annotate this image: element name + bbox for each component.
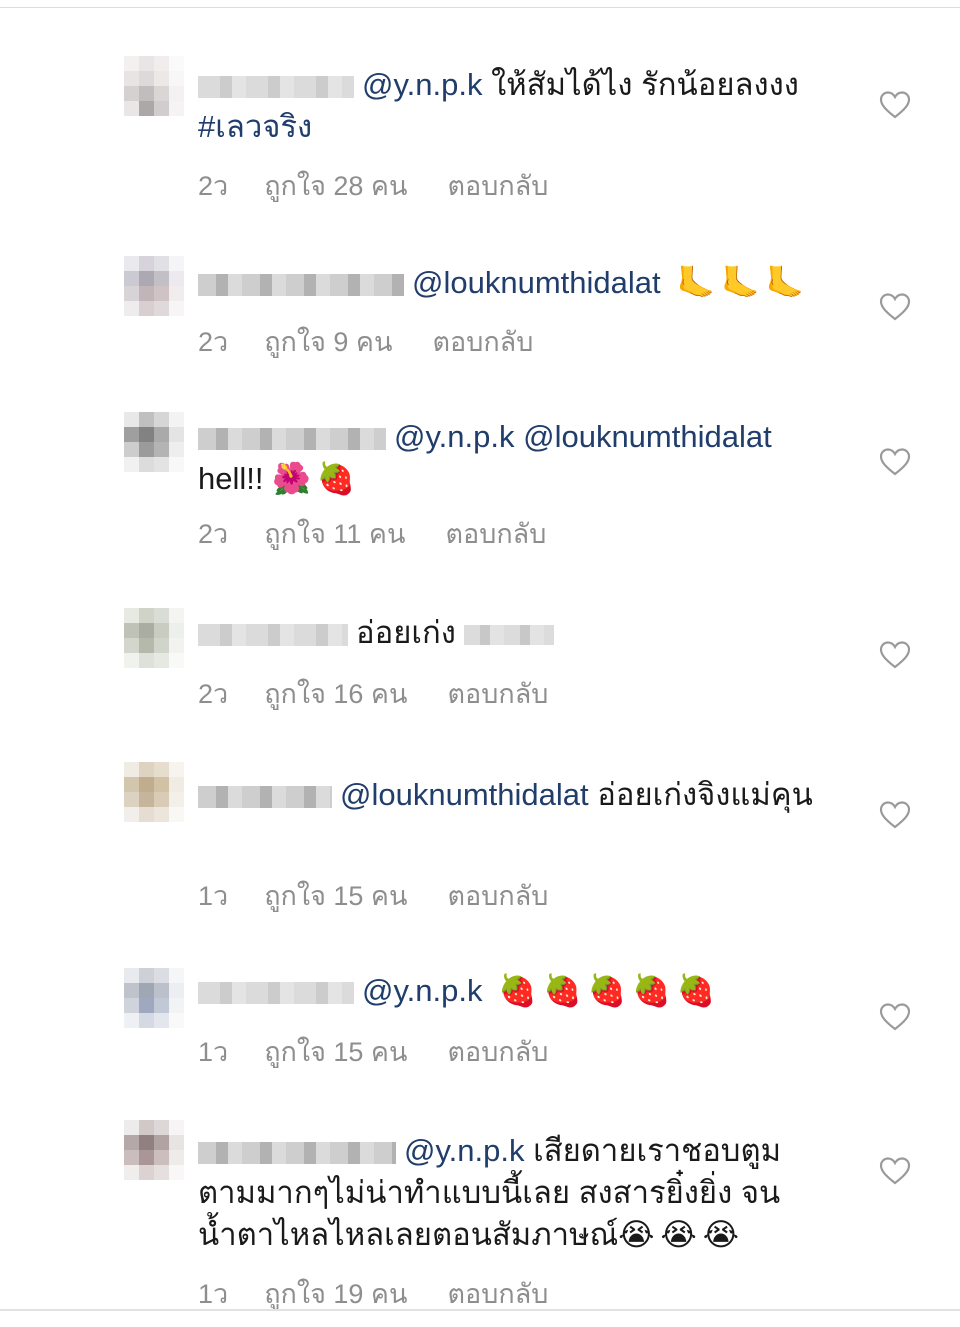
- mention-link[interactable]: @louknumthidalat: [340, 777, 589, 812]
- heart-outline-icon[interactable]: [879, 90, 911, 120]
- comment-text: @y.n.p.k ให้สัมได้ไง รักน้อยลงงง #เลวจริ…: [198, 64, 818, 148]
- comment-time: 1ว: [198, 881, 229, 911]
- comment-body-text: ให้สัมได้ไง รักน้อยลงงง: [482, 67, 799, 102]
- comment-time: 1ว: [198, 1037, 229, 1067]
- comment-text: @louknumthidalat อ่อยเก่งจิงแม่คุน: [198, 774, 818, 816]
- comment-time: 2ว: [198, 327, 229, 357]
- comment-body-text: อ่อยเก่งจิงแม่คุน: [588, 777, 813, 812]
- comment-meta: 2ว ถูกใจ 16 คน ตอบกลับ: [198, 672, 548, 715]
- mention-link[interactable]: @y.n.p.k: [362, 973, 483, 1008]
- reply-button[interactable]: ตอบกลับ: [447, 164, 548, 207]
- comment-time: 2ว: [198, 519, 229, 549]
- comment-text: @y.n.p.k 🍓🍓🍓🍓🍓: [198, 970, 818, 1012]
- heart-outline-icon[interactable]: [879, 447, 911, 477]
- bottom-divider: [0, 1309, 960, 1311]
- blurred-mention: [463, 625, 554, 645]
- comment-meta: 2ว ถูกใจ 28 คน ตอบกลับ: [198, 164, 548, 207]
- username-blurred[interactable]: [198, 274, 404, 296]
- likes-count[interactable]: ถูกใจ 15 คน: [264, 1030, 407, 1073]
- comment-meta: 1ว ถูกใจ 15 คน ตอบกลับ: [198, 1030, 548, 1073]
- username-blurred[interactable]: [198, 428, 386, 450]
- comment-body-text: อ่อยเก่ง: [356, 615, 456, 650]
- reply-button[interactable]: ตอบกลับ: [447, 1030, 548, 1073]
- username-blurred[interactable]: [198, 982, 354, 1004]
- likes-count[interactable]: ถูกใจ 11 คน: [264, 512, 405, 555]
- heart-outline-icon[interactable]: [879, 640, 911, 670]
- heart-outline-icon[interactable]: [879, 292, 911, 322]
- comment-text: @y.n.p.k เสียดายเราชอบตูมตามมากๆไม่น่าทำ…: [198, 1130, 818, 1256]
- mention-link[interactable]: @y.n.p.k: [362, 67, 483, 102]
- emoji-text: 🍓🍓🍓🍓🍓: [482, 973, 722, 1009]
- comment-body-text: hell!!: [198, 461, 273, 496]
- reply-button[interactable]: ตอบกลับ: [447, 874, 548, 917]
- username-blurred[interactable]: [198, 624, 348, 646]
- emoji-text: 😭😭😭: [618, 1217, 745, 1253]
- hashtag-link[interactable]: #เลวจริง: [198, 109, 312, 144]
- avatar[interactable]: [124, 412, 184, 472]
- username-blurred[interactable]: [198, 786, 332, 808]
- reply-button[interactable]: ตอบกลับ: [432, 320, 533, 363]
- mention-link[interactable]: @louknumthidalat: [412, 265, 661, 300]
- avatar[interactable]: [124, 56, 184, 116]
- top-divider: [0, 7, 960, 8]
- reply-button[interactable]: ตอบกลับ: [447, 672, 548, 715]
- avatar[interactable]: [124, 608, 184, 668]
- comment-meta: 2ว ถูกใจ 11 คน ตอบกลับ: [198, 512, 546, 555]
- comment-text: @y.n.p.k @louknumthidalat hell!! 🌺🍓: [198, 416, 818, 500]
- heart-outline-icon[interactable]: [879, 1002, 911, 1032]
- avatar[interactable]: [124, 762, 184, 822]
- likes-count[interactable]: ถูกใจ 15 คน: [264, 874, 407, 917]
- username-blurred[interactable]: [198, 76, 354, 98]
- avatar[interactable]: [124, 256, 184, 316]
- username-blurred[interactable]: [198, 1142, 396, 1164]
- emoji-text: 🌺🍓: [272, 461, 362, 497]
- comment-meta: 1ว ถูกใจ 15 คน ตอบกลับ: [198, 874, 548, 917]
- likes-count[interactable]: ถูกใจ 9 คน: [264, 320, 392, 363]
- comment-text: อ่อยเก่ง: [198, 612, 818, 654]
- avatar[interactable]: [124, 968, 184, 1028]
- heart-outline-icon[interactable]: [879, 800, 911, 830]
- comment-meta: 2ว ถูกใจ 9 คน ตอบกลับ: [198, 320, 533, 363]
- emoji-text: 🦶🦶🦶: [660, 265, 811, 301]
- comment-text: @louknumthidalat 🦶🦶🦶: [198, 262, 818, 304]
- likes-count[interactable]: ถูกใจ 16 คน: [264, 672, 407, 715]
- comment-time: 2ว: [198, 171, 229, 201]
- avatar[interactable]: [124, 1120, 184, 1180]
- reply-button[interactable]: ตอบกลับ: [445, 512, 546, 555]
- mention-link[interactable]: @y.n.p.k @louknumthidalat: [394, 419, 772, 454]
- heart-outline-icon[interactable]: [879, 1156, 911, 1186]
- mention-link[interactable]: @y.n.p.k: [404, 1133, 525, 1168]
- likes-count[interactable]: ถูกใจ 28 คน: [264, 164, 407, 207]
- comment-time: 2ว: [198, 679, 229, 709]
